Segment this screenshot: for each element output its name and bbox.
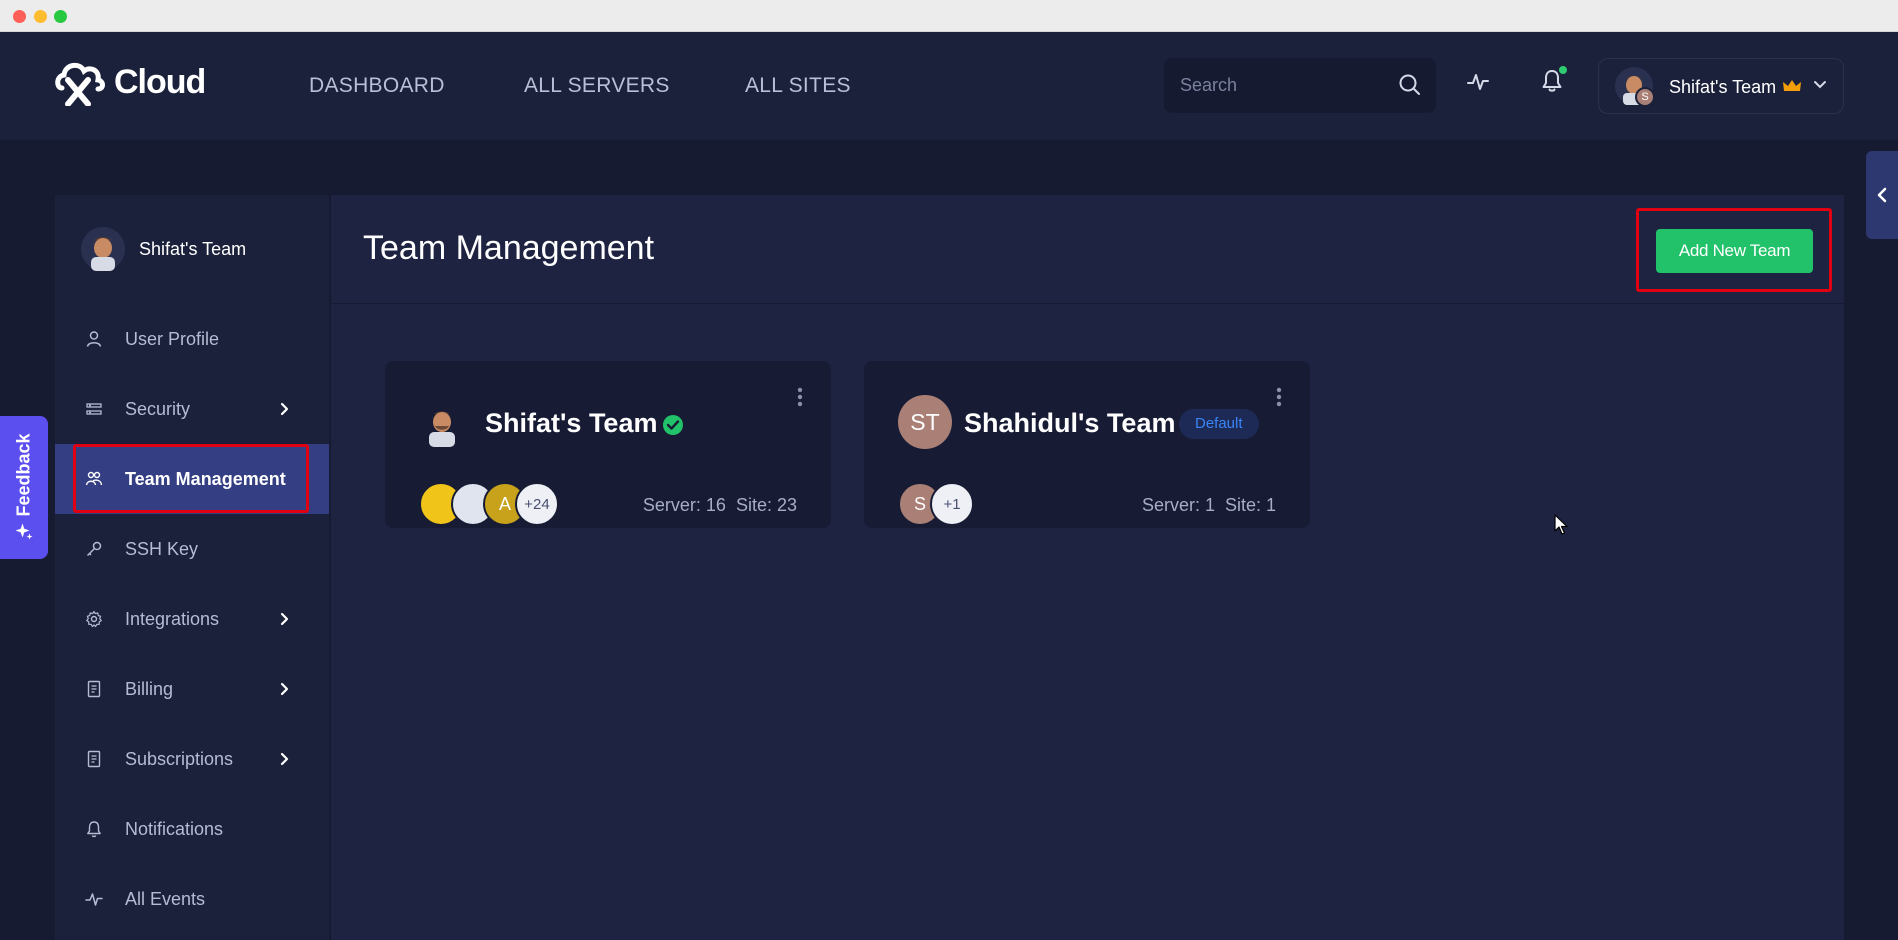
sidebar-item-label: User Profile — [125, 329, 220, 349]
logo[interactable]: Cloud — [54, 58, 206, 106]
chevron-right-icon — [280, 612, 289, 626]
team-switcher[interactable]: S Shifat's Team — [1598, 58, 1844, 114]
security-icon — [86, 403, 102, 415]
add-new-team-button[interactable]: Add New Team — [1656, 229, 1813, 273]
page-title: Team Management — [363, 229, 655, 267]
search-icon[interactable] — [1398, 73, 1422, 97]
sidebar-item-ssh-key[interactable]: SSH Key — [55, 514, 329, 584]
team-card[interactable]: Shifat's Team A +24 Server: 16 Site: 23 — [385, 361, 831, 528]
team-initials-avatar: ST — [898, 395, 952, 449]
sidebar-item-label: Notifications — [125, 819, 224, 839]
team-switcher-name: Shifat's Team — [1669, 77, 1777, 97]
user-icon — [86, 331, 102, 347]
activity-pulse-icon[interactable] — [1466, 70, 1490, 94]
collapse-panel-button[interactable] — [1866, 151, 1898, 239]
sidebar-team-header: Shifat's Team — [81, 227, 246, 271]
sidebar-item-team-management[interactable]: Team Management — [55, 444, 329, 514]
avatar — [81, 227, 125, 271]
nav-all-sites[interactable]: ALL SITES — [745, 74, 851, 98]
pulse-icon — [85, 893, 103, 906]
sidebar-item-label: SSH Key — [125, 539, 199, 559]
sidebar-item-label: Subscriptions — [125, 749, 234, 769]
sidebar-item-label: Billing — [125, 679, 174, 699]
member-overflow-count: +24 — [515, 482, 559, 526]
search-box — [1164, 58, 1436, 113]
sidebar-item-integrations[interactable]: Integrations — [55, 584, 329, 654]
feedback-button[interactable]: Feedback — [0, 416, 48, 559]
sidebar-item-label: Integrations — [125, 609, 220, 629]
sidebar-item-user-profile[interactable]: User Profile — [55, 304, 329, 374]
nav-dashboard[interactable]: DASHBOARD — [309, 74, 445, 98]
nav-all-servers[interactable]: ALL SERVERS — [524, 74, 670, 98]
sidebar-item-subscriptions[interactable]: Subscriptions — [55, 724, 329, 794]
feedback-label: Feedback — [13, 433, 34, 517]
sparkle-icon — [15, 523, 32, 540]
close-window-button[interactable] — [13, 10, 26, 23]
sidebar-item-label: Team Management — [125, 469, 286, 489]
mouse-cursor-icon — [1554, 514, 1568, 535]
default-badge: Default — [1179, 409, 1259, 439]
team-name: Shifat's Team — [485, 408, 658, 438]
sidebar-item-label: All Events — [125, 889, 206, 909]
chevron-down-icon — [1814, 81, 1826, 89]
main-panel: Team Management Add New Team Shifat's Te… — [331, 195, 1844, 940]
settings-sidebar: Shifat's Team User Profile Security Team… — [55, 195, 329, 940]
chevron-right-icon — [280, 402, 289, 416]
chevron-right-icon — [280, 752, 289, 766]
key-icon — [86, 541, 102, 557]
member-overflow-count: +1 — [930, 482, 974, 526]
sidebar-team-name: Shifat's Team — [139, 238, 247, 259]
subscriptions-icon — [87, 750, 101, 768]
billing-icon — [87, 680, 101, 698]
window-titlebar — [0, 0, 1898, 32]
team-name: Shahidul's Team — [964, 408, 1176, 438]
avatar — [429, 411, 455, 447]
maximize-window-button[interactable] — [54, 10, 67, 23]
sidebar-item-label: Security — [125, 399, 191, 419]
bell-icon — [87, 821, 101, 838]
chevron-left-icon — [1877, 187, 1887, 203]
sidebar-item-notifications[interactable]: Notifications — [55, 794, 329, 864]
crown-icon — [1783, 80, 1801, 91]
page-header: Team Management Add New Team — [331, 195, 1844, 304]
team-icon — [85, 471, 103, 486]
xcloud-logo-icon — [55, 62, 105, 106]
gear-icon — [86, 610, 102, 628]
team-stats: Server: 1 Site: 1 — [1141, 495, 1276, 515]
team-badge: S — [1635, 87, 1655, 107]
sidebar-item-security[interactable]: Security — [55, 374, 329, 444]
verified-check-icon — [663, 415, 683, 435]
top-navigation: Cloud DASHBOARD ALL SERVERS ALL SITES S … — [0, 32, 1898, 140]
minimize-window-button[interactable] — [34, 10, 47, 23]
chevron-right-icon — [280, 682, 289, 696]
sidebar-item-all-events[interactable]: All Events — [55, 864, 329, 934]
team-stats: Server: 16 Site: 23 — [642, 495, 797, 515]
sidebar-item-billing[interactable]: Billing — [55, 654, 329, 724]
kebab-menu-icon[interactable] — [797, 387, 803, 407]
notification-indicator — [1559, 66, 1567, 74]
notifications-button[interactable] — [1540, 66, 1567, 99]
logo-text: Cloud — [114, 62, 206, 101]
team-card[interactable]: ST Shahidul's Team Default S +1 Server: … — [864, 361, 1310, 528]
search-input[interactable] — [1180, 58, 1390, 113]
kebab-menu-icon[interactable] — [1276, 387, 1282, 407]
